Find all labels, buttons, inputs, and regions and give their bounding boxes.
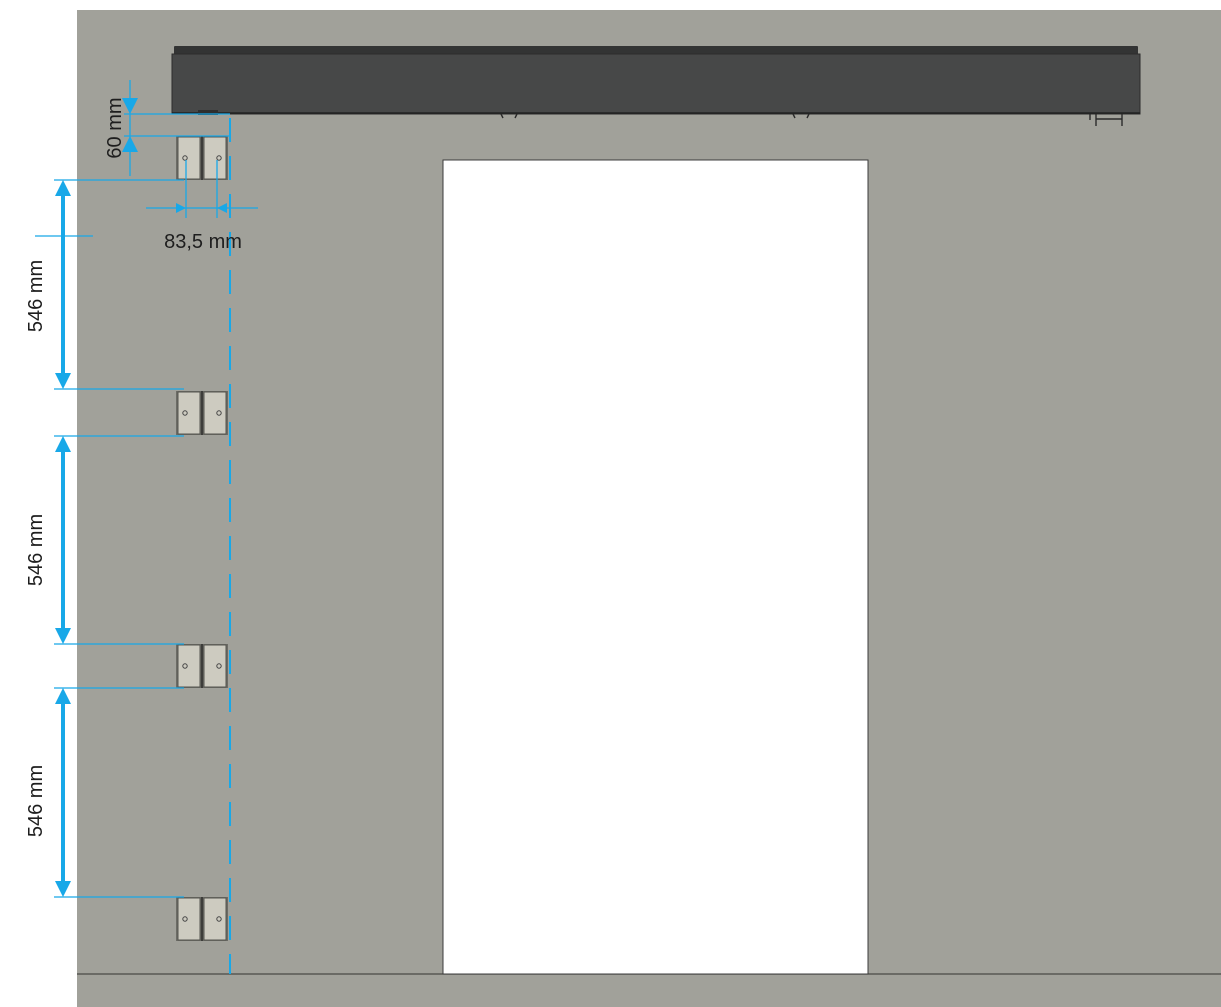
dim-label-bracket-width: 83,5 mm bbox=[164, 231, 242, 253]
dim-label-spacing-1: 546 mm bbox=[25, 260, 47, 332]
arrow-head bbox=[55, 628, 71, 644]
bracket-2 bbox=[176, 391, 228, 435]
dim-label-spacing-2: 546 mm bbox=[25, 514, 47, 586]
sliding-door-rail bbox=[171, 46, 1141, 126]
bracket-3 bbox=[176, 644, 228, 688]
arrow-head bbox=[55, 373, 71, 389]
bracket-4 bbox=[176, 897, 228, 941]
arrow-head bbox=[55, 180, 71, 196]
arrow-head bbox=[55, 688, 71, 704]
installation-diagram: 60 mm 83,5 mm 546 mm 546 mm 546 mm bbox=[25, 10, 1221, 1007]
bracket-1 bbox=[176, 136, 228, 180]
door-opening bbox=[442, 159, 869, 975]
dim-label-spacing-3: 546 mm bbox=[25, 765, 47, 837]
dim-label-top-offset: 60 mm bbox=[104, 97, 126, 158]
arrow-head bbox=[55, 436, 71, 452]
arrow-head bbox=[55, 881, 71, 897]
